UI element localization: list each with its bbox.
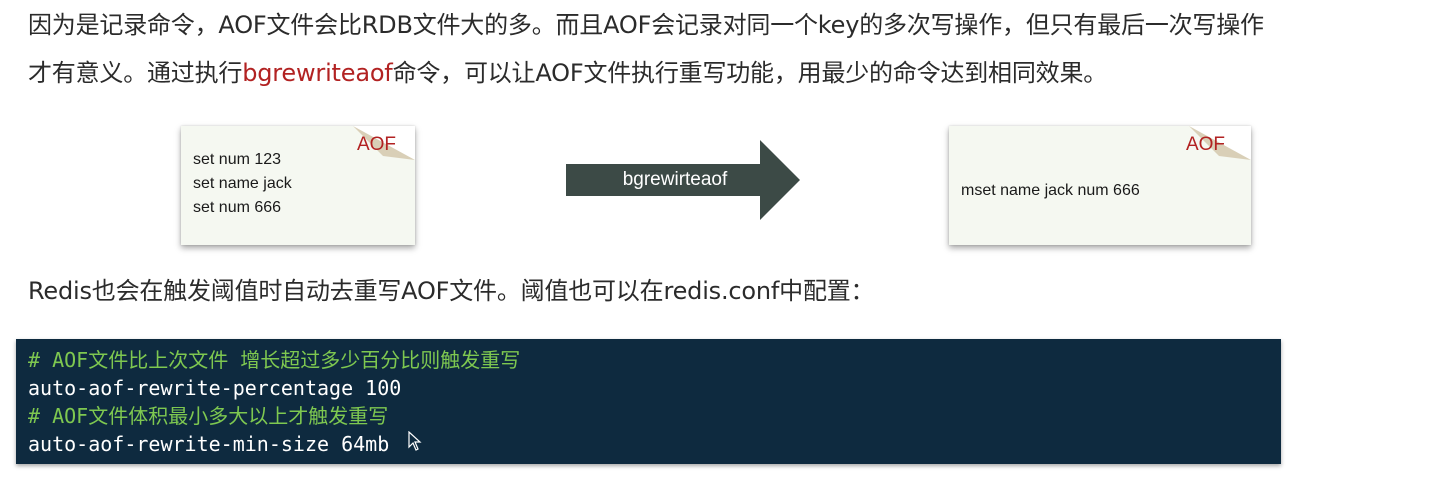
command-line: set name jack xyxy=(193,175,292,192)
code-line: auto-aof-rewrite-min-size 64mb xyxy=(28,432,390,456)
intro-paragraph-line1: 因为是记录命令，AOF文件会比RDB文件大的多。而且AOF会记录对同一个key的… xyxy=(28,11,1264,39)
arrow-label: bgrewirteaof xyxy=(622,169,728,190)
aof-file-card-after: AOF mset name jack num 666 xyxy=(949,126,1251,245)
config-intro-paragraph: Redis也会在触发阈值时自动去重写AOF文件。阈值也可以在redis.conf… xyxy=(28,277,875,305)
command-list: set num 123 set name jack set num 666 xyxy=(193,148,292,220)
aof-tag: AOF xyxy=(1185,134,1225,155)
config-code-block: # AOF文件比上次文件 增长超过多少百分比则触发重写 auto-aof-rew… xyxy=(16,339,1281,464)
command-line: set num 666 xyxy=(193,199,282,216)
aof-tag: AOF xyxy=(356,134,396,155)
intro-text-after: 命令，可以让AOF文件执行重写功能，用最少的命令达到相同效果。 xyxy=(392,59,1108,87)
command-highlight: bgrewriteaof xyxy=(242,59,393,87)
code-line: auto-aof-rewrite-percentage 100 xyxy=(28,376,402,400)
code-comment: # AOF文件比上次文件 增长超过多少百分比则触发重写 xyxy=(28,348,521,372)
aof-file-card-before: AOF set num 123 set name jack set num 66… xyxy=(181,126,415,245)
code-comment: # AOF文件体积最小多大以上才触发重写 xyxy=(28,404,389,428)
mouse-cursor-icon xyxy=(408,431,422,451)
command-line: set num 123 xyxy=(193,151,282,168)
command-line: mset name jack num 666 xyxy=(961,182,1140,199)
intro-text-before: 才有意义。通过执行 xyxy=(28,59,243,87)
intro-paragraph-line2: 才有意义。通过执行bgrewriteaof命令，可以让AOF文件执行重写功能，用… xyxy=(28,58,1107,88)
